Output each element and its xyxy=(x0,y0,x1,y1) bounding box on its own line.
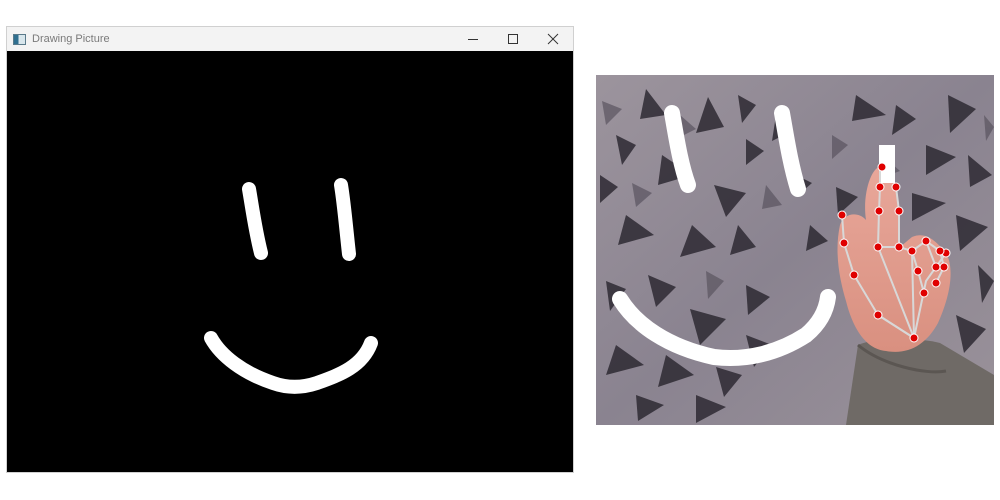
title-bar[interactable]: Drawing Picture xyxy=(7,27,573,51)
smiley-drawing xyxy=(204,178,378,394)
camera-scene xyxy=(596,75,994,425)
drawing-canvas[interactable] xyxy=(7,51,573,472)
left-eye-stroke xyxy=(242,182,268,260)
close-button[interactable] xyxy=(533,27,573,51)
close-icon xyxy=(547,33,559,45)
maximize-button[interactable] xyxy=(493,27,533,51)
app-window-icon xyxy=(13,33,26,45)
mouth-stroke xyxy=(204,331,378,394)
minimize-button[interactable] xyxy=(453,27,493,51)
drawing-window: Drawing Picture xyxy=(7,27,573,472)
camera-feed xyxy=(596,75,994,425)
maximize-icon xyxy=(508,34,518,44)
window-title: Drawing Picture xyxy=(32,33,110,45)
window-controls xyxy=(453,27,573,51)
right-eye-stroke xyxy=(334,178,356,261)
minimize-icon xyxy=(468,39,478,40)
